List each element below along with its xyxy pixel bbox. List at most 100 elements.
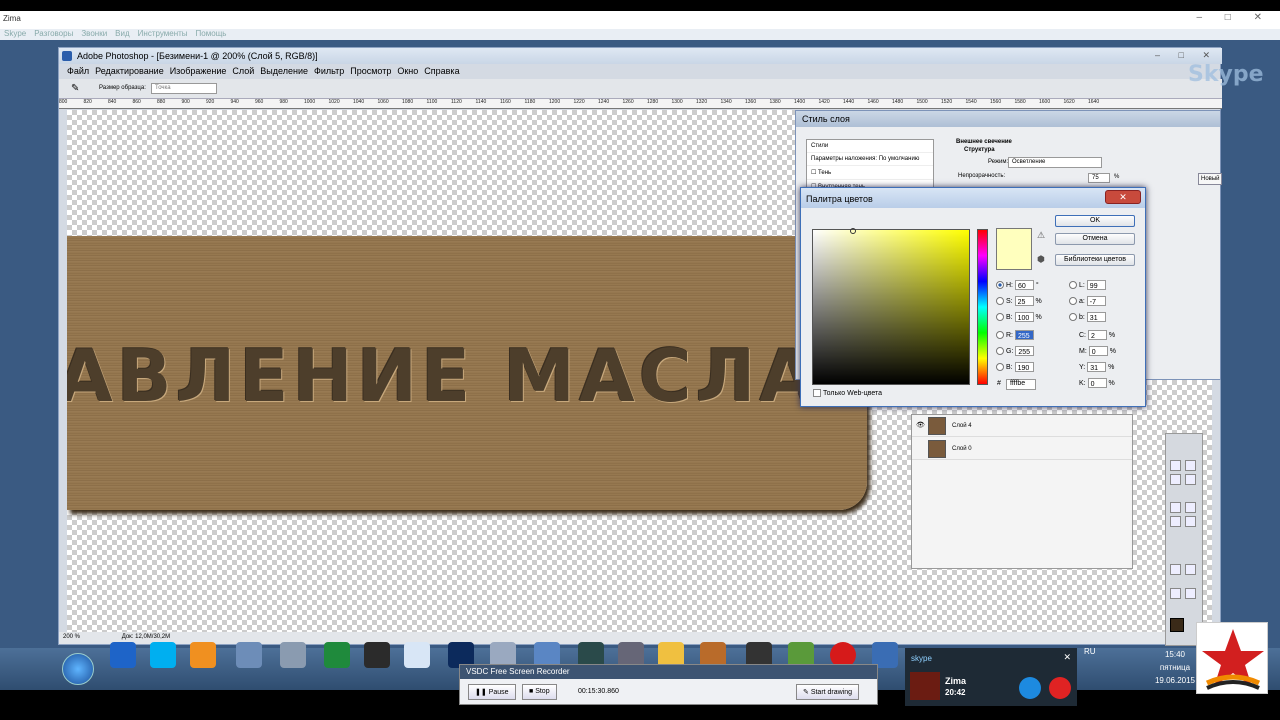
app-icon[interactable] [236, 642, 262, 668]
field-input[interactable]: 190 [1014, 362, 1034, 373]
blue-field[interactable]: B: 190 [996, 362, 1034, 373]
style-list-item[interactable]: Параметры наложения: По умолчанию [807, 153, 933, 166]
lab-b-field[interactable]: b: 31 [1069, 312, 1106, 323]
field-input[interactable]: 99 [1086, 280, 1106, 291]
layer-row[interactable]: 👁 Слой 4 [912, 415, 1132, 437]
lasso-tool-icon[interactable] [1170, 474, 1181, 485]
move-tool-icon[interactable] [1185, 460, 1196, 471]
app-icon[interactable] [404, 642, 430, 668]
skype-menu-conversations[interactable]: Разговоры [34, 29, 73, 38]
menu-help[interactable]: Справка [424, 66, 459, 76]
eye-icon[interactable]: 👁 [916, 421, 925, 429]
pause-button[interactable]: ❚❚ Pause [468, 684, 516, 700]
app-icon[interactable] [280, 642, 306, 668]
blend-mode-select[interactable]: Осветление [1008, 157, 1102, 168]
new-style-button[interactable]: Новый [1198, 173, 1222, 185]
type-tool-icon[interactable] [1170, 564, 1181, 575]
blue-radio[interactable] [996, 363, 1004, 372]
skype-menu-view[interactable]: Вид [115, 29, 129, 38]
green-field[interactable]: G: 255 [996, 346, 1035, 357]
start-drawing-button[interactable]: ✎ Start drawing [796, 684, 860, 700]
magenta-field[interactable]: M: 0 % [1079, 346, 1116, 357]
language-indicator[interactable]: RU [1084, 647, 1096, 656]
stop-button[interactable]: ■ Stop [522, 684, 557, 700]
system-clock[interactable]: 15:40 пятница 19.06.2015 [1150, 648, 1200, 685]
skype-menu-skype[interactable]: Skype [4, 29, 26, 38]
menu-image[interactable]: Изображение [170, 66, 227, 76]
lab-a-radio[interactable] [1069, 297, 1077, 306]
menu-layer[interactable]: Слой [232, 66, 254, 76]
history-brush-icon[interactable] [1185, 516, 1196, 527]
menu-filter[interactable]: Фильтр [314, 66, 344, 76]
lab-l-field[interactable]: L: 99 [1069, 280, 1106, 291]
field-input[interactable]: 100 [1014, 312, 1034, 323]
field-input[interactable]: 2 [1087, 330, 1107, 341]
pen-tool-icon[interactable] [1185, 564, 1196, 575]
field-input[interactable]: 0 [1088, 346, 1108, 357]
marquee-tool-icon[interactable] [1170, 460, 1181, 471]
field-input[interactable]: 31 [1086, 312, 1106, 323]
layer-row[interactable]: Слой 0 [912, 438, 1132, 460]
lab-l-radio[interactable] [1069, 281, 1077, 290]
menu-view[interactable]: Просмотр [350, 66, 391, 76]
cancel-button[interactable]: Отмена [1055, 233, 1135, 245]
hand-tool-icon[interactable] [1185, 588, 1196, 599]
skype-window-controls[interactable]: – □ ✕ [1196, 12, 1272, 23]
opacity-input[interactable]: 75 [1088, 173, 1110, 183]
brightness-radio[interactable] [996, 313, 1004, 322]
field-input[interactable]: 0 [1087, 378, 1107, 389]
lab-a-field[interactable]: a: -7 [1069, 296, 1106, 307]
lab-b-radio[interactable] [1069, 313, 1077, 322]
field-input[interactable]: 60 [1014, 280, 1034, 291]
black-field[interactable]: K: 0 % [1079, 378, 1115, 389]
brush-tool-icon[interactable] [1170, 502, 1181, 513]
ok-button[interactable]: OK [1055, 215, 1135, 227]
eyedropper-icon[interactable]: ✎ [71, 83, 79, 94]
color-field[interactable] [812, 229, 970, 385]
yellow-field[interactable]: Y: 31 % [1079, 362, 1114, 373]
app-icon[interactable] [364, 642, 390, 668]
magic-wand-icon[interactable] [1185, 474, 1196, 485]
saturation-radio[interactable] [996, 297, 1004, 306]
hue-slider[interactable] [977, 229, 988, 385]
pencil-tool-icon[interactable] [1185, 502, 1196, 513]
zoom-level[interactable]: 200 % [63, 634, 80, 640]
brightness-field[interactable]: B: 100 % [996, 312, 1042, 323]
hue-radio[interactable] [996, 281, 1004, 290]
app-icon[interactable] [324, 642, 350, 668]
foreground-color-swatch[interactable] [1170, 618, 1184, 632]
field-input[interactable]: -7 [1086, 296, 1106, 307]
photoshop-window-controls[interactable]: – □ ✕ [1155, 50, 1218, 61]
style-list-item[interactable]: ☐ Тень [807, 166, 933, 180]
close-icon[interactable]: ✕ [1063, 652, 1071, 663]
menu-edit[interactable]: Редактирование [95, 66, 164, 76]
style-list-item[interactable]: Стили [807, 140, 933, 153]
field-input[interactable]: 255 [1014, 330, 1034, 341]
skype-menu-calls[interactable]: Звонки [81, 29, 107, 38]
close-icon[interactable]: ✕ [1105, 190, 1141, 204]
media-player-icon[interactable] [190, 642, 216, 668]
red-field[interactable]: R: 255 [996, 330, 1034, 341]
menu-select[interactable]: Выделение [260, 66, 308, 76]
hex-input[interactable]: ffffbe [1006, 379, 1036, 390]
skype-menu-help[interactable]: Помощь [196, 29, 227, 38]
field-input[interactable]: 31 [1087, 362, 1107, 373]
ie-icon[interactable] [110, 642, 136, 668]
skype-icon[interactable] [150, 642, 176, 668]
hue-field[interactable]: H: 60 ° [996, 280, 1039, 291]
sample-size-select[interactable]: Точка [151, 83, 217, 94]
web-colors-checkbox[interactable]: Только Web-цвета [813, 389, 882, 397]
checkbox-box[interactable] [813, 389, 821, 397]
skype-menu-tools[interactable]: Инструменты [138, 29, 188, 38]
hang-up-button[interactable] [1049, 677, 1071, 699]
start-button[interactable] [62, 653, 94, 685]
green-radio[interactable] [996, 347, 1004, 356]
eyedropper-tool-icon[interactable] [1170, 588, 1181, 599]
stamp-tool-icon[interactable] [1170, 516, 1181, 527]
color-libraries-button[interactable]: Библиотеки цветов [1055, 254, 1135, 266]
red-radio[interactable] [996, 331, 1004, 340]
menu-file[interactable]: Файл [67, 66, 89, 76]
cyan-field[interactable]: C: 2 % [1079, 330, 1115, 341]
menu-window[interactable]: Окно [397, 66, 418, 76]
field-input[interactable]: 25 [1014, 296, 1034, 307]
